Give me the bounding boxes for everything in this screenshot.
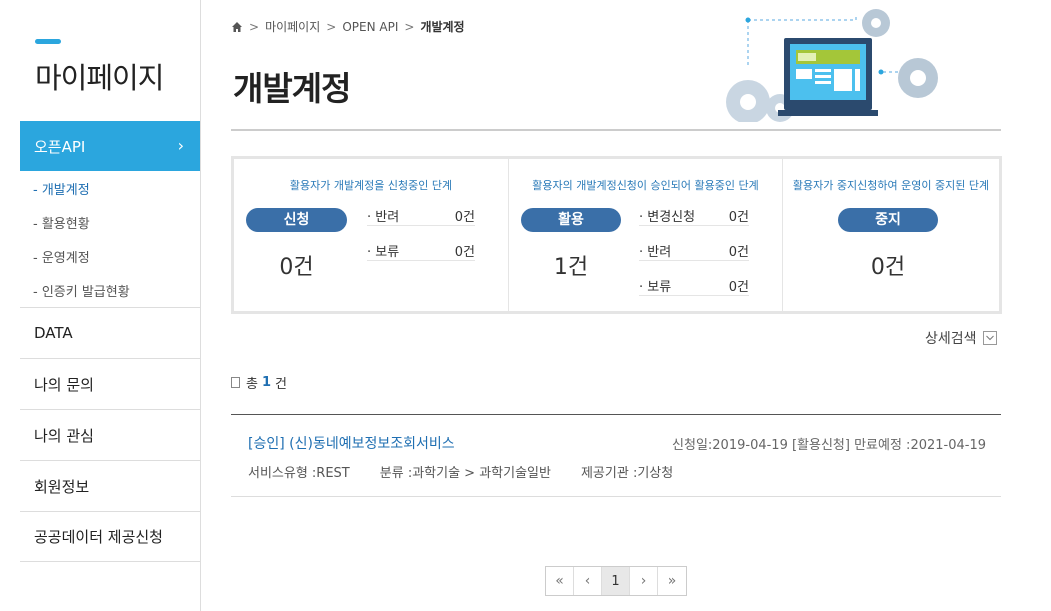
status-description: 활용자의 개발계정신청이 승인되어 활용중인 단계 [532, 179, 759, 192]
sidebar-subitem-key-status[interactable]: - 인증키 발급현황 [33, 281, 130, 300]
sidebar-subitem-ops-account[interactable]: - 운영계정 [33, 247, 90, 266]
status-row-value: 0건 [728, 280, 749, 295]
sidebar-accent-bar [35, 39, 61, 44]
first-page-button[interactable]: « [546, 567, 574, 595]
status-row-label: · 반려 [367, 210, 400, 225]
sidebar-item-data[interactable]: DATA [20, 307, 200, 358]
pagination: « ‹ 1 › » [545, 566, 687, 596]
status-pill-apply[interactable]: 신청 [246, 208, 347, 232]
sidebar-item-label: 오픈API [34, 137, 86, 156]
sidebar-item-open-api[interactable]: 오픈API › [20, 121, 200, 171]
list-bottom-border [231, 496, 1001, 497]
sidebar-item-my-inquiry[interactable]: 나의 문의 [20, 358, 200, 409]
sidebar-item-data-provide[interactable]: 공공데이터 제공신청 [20, 511, 200, 562]
breadcrumb-separator: > [404, 19, 415, 34]
status-row: · 반려 0건 [639, 241, 749, 261]
page-title: 개발계정 [233, 69, 351, 108]
status-row-value: 0건 [728, 210, 749, 225]
sidebar-item-my-interest[interactable]: 나의 관심 [20, 409, 200, 460]
breadcrumb-item[interactable]: 마이페이지 [265, 18, 320, 35]
status-row-value: 0건 [454, 245, 475, 260]
home-icon[interactable] [231, 21, 243, 33]
status-pill-stop[interactable]: 중지 [838, 208, 938, 232]
total-number: 1 [261, 375, 272, 390]
status-column-apply: 활용자가 개발계정을 신청중인 단계 신청 0건 · 반려 0건 · 보류 0건 [234, 159, 509, 311]
status-column-use: 활용자의 개발계정신청이 승인되어 활용중인 단계 활용 1건 · 변경신청 0… [509, 159, 783, 311]
sidebar-item-member-info[interactable]: 회원정보 [20, 460, 200, 511]
sidebar-subitem-dev-account[interactable]: - 개발계정 [33, 179, 90, 198]
list-item-category: 분류 :과학기술 > 과학기술일반 [379, 466, 551, 481]
status-row-label: · 보류 [639, 280, 672, 295]
status-count: 1건 [553, 255, 589, 280]
status-description: 활용자가 중지신청하여 운영이 중지된 단계 [792, 179, 990, 192]
list-item-title[interactable]: [승인] (신)동네예보정보조회서비스 [248, 433, 455, 453]
status-column-stop: 활용자가 중지신청하여 운영이 중지된 단계 중지 0건 [783, 159, 999, 311]
status-row-label: · 반려 [639, 245, 672, 260]
sidebar-subitem-usage[interactable]: - 활용현황 [33, 213, 90, 232]
list-item-service-type: 서비스유형 :REST [248, 466, 350, 481]
last-page-button[interactable]: » [658, 567, 686, 595]
status-row-label: · 변경신청 [639, 210, 696, 225]
page-number-button[interactable]: 1 [602, 567, 630, 595]
breadcrumb-current: 개발계정 [420, 20, 465, 34]
breadcrumb-item[interactable]: OPEN API [342, 20, 398, 34]
detail-search-label: 상세검색 [925, 331, 977, 347]
breadcrumb-separator: > [249, 19, 260, 34]
status-row-label: · 보류 [367, 245, 400, 260]
next-page-button[interactable]: › [630, 567, 658, 595]
sidebar: 마이페이지 오픈API › - 개발계정 - 활용현황 - 운영계정 - 인증키… [0, 0, 201, 611]
status-row: · 변경신청 0건 [639, 206, 749, 226]
status-pill-use[interactable]: 활용 [521, 208, 621, 232]
chevron-right-icon: › [177, 136, 184, 155]
breadcrumb: > 마이페이지 > OPEN API > 개발계정 [231, 18, 465, 35]
total-count: 총 1 건 [231, 373, 287, 392]
title-divider [231, 129, 1001, 131]
total-prefix: 총 [246, 377, 258, 392]
detail-search-toggle[interactable]: 상세검색 [925, 328, 997, 348]
breadcrumb-separator: > [326, 19, 337, 34]
status-row: · 보류 0건 [639, 276, 749, 296]
computer-gear-illustration [726, 9, 938, 122]
status-panel: 활용자가 개발계정을 신청중인 단계 신청 0건 · 반려 0건 · 보류 0건… [231, 156, 1002, 314]
list-item-meta: 신청일:2019-04-19 [활용신청] 만료예정 :2021-04-19 [672, 438, 986, 453]
document-icon [231, 377, 240, 388]
status-count: 0건 [870, 255, 906, 280]
list-item-name: (신)동네예보정보조회서비스 [289, 436, 455, 452]
status-count: 0건 [279, 255, 314, 280]
sidebar-title: 마이페이지 [35, 61, 164, 95]
status-description: 활용자가 개발계정을 신청중인 단계 [289, 179, 453, 192]
total-suffix: 건 [275, 377, 287, 392]
list-top-border [231, 414, 1001, 415]
status-row-value: 0건 [728, 245, 749, 260]
chevron-down-icon [982, 331, 997, 345]
status-row-value: 0건 [454, 210, 475, 225]
prev-page-button[interactable]: ‹ [574, 567, 602, 595]
list-item-details: 서비스유형 :REST 분류 :과학기술 > 과학기술일반 제공기관 :기상청 [248, 462, 673, 481]
status-row: · 반려 0건 [367, 206, 475, 226]
list-item-status: [승인] [248, 436, 285, 452]
status-row: · 보류 0건 [367, 241, 475, 261]
list-item-provider: 제공기관 :기상청 [580, 466, 674, 481]
